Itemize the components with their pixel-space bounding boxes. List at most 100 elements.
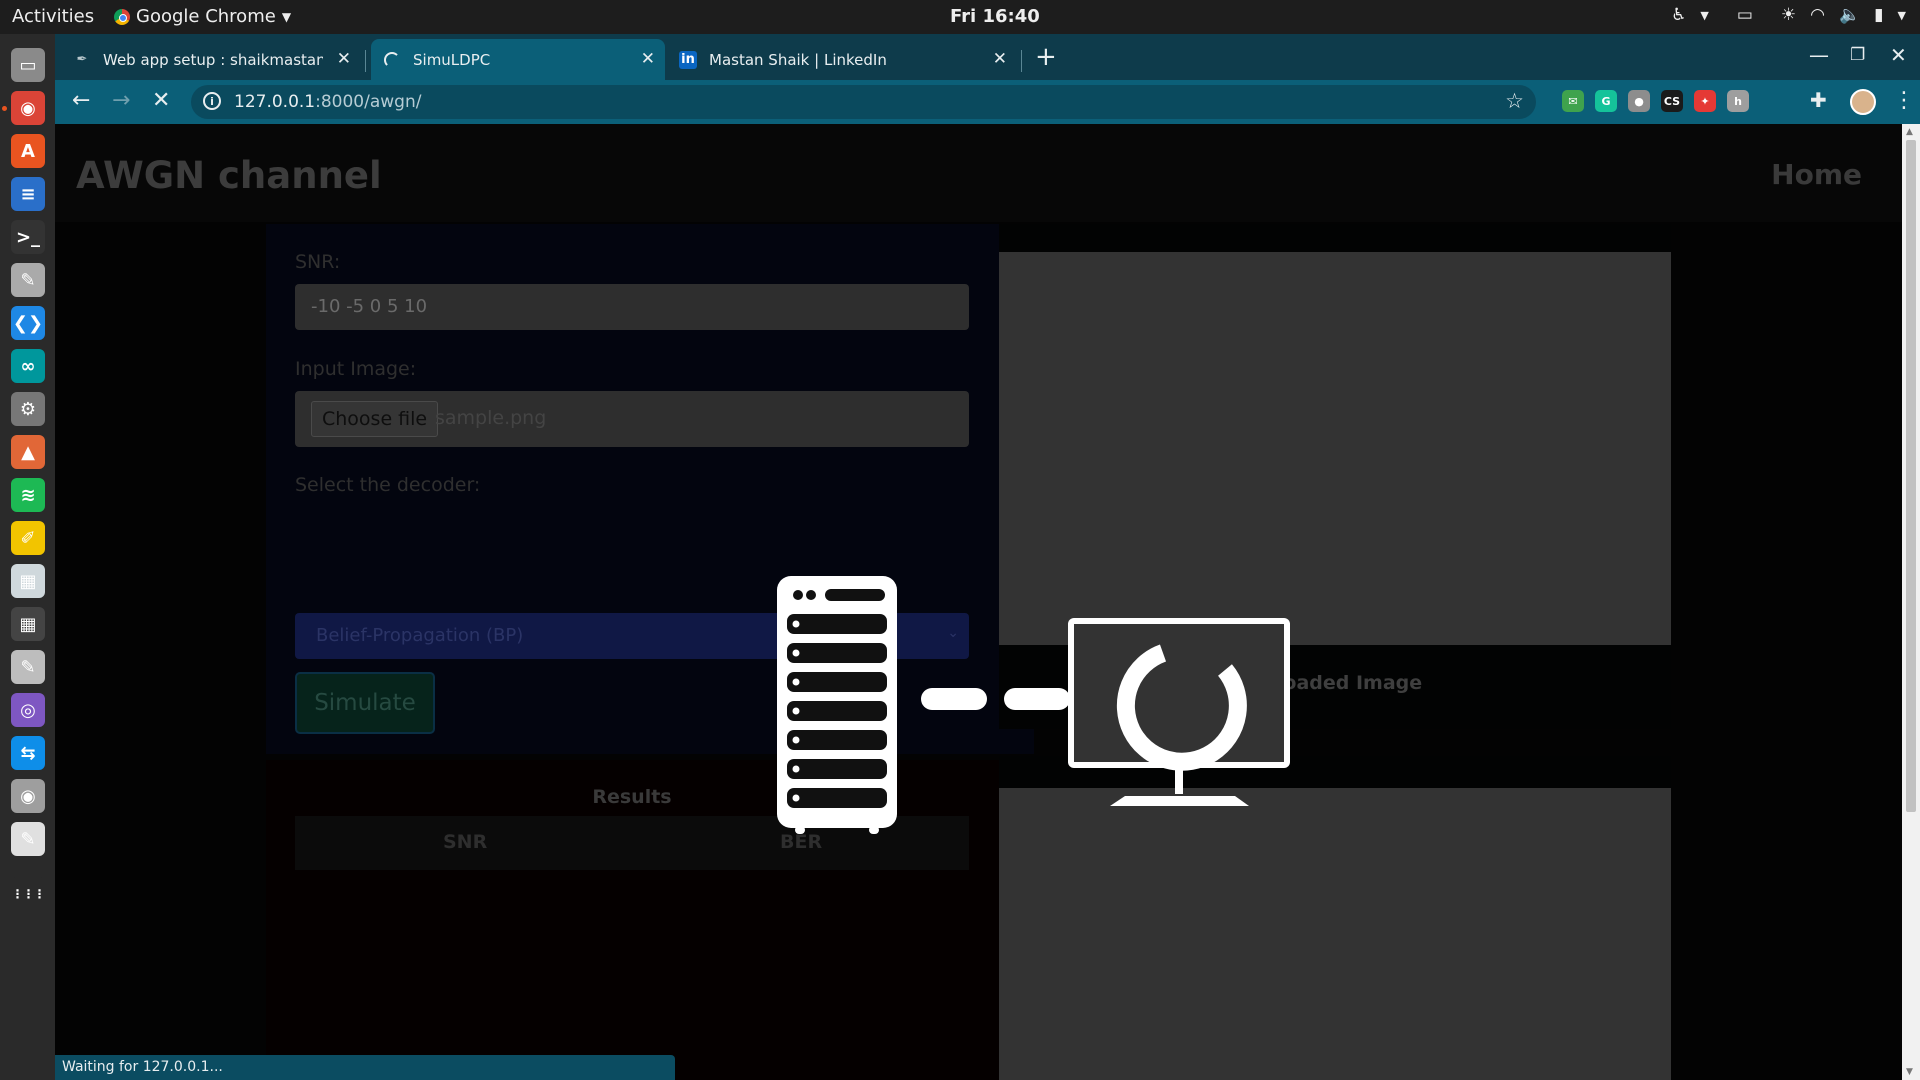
dock-drawing-icon[interactable]: ✎: [11, 650, 45, 684]
grammarly-icon[interactable]: G: [1595, 90, 1617, 112]
close-icon[interactable]: ✕: [337, 49, 351, 69]
dock-show-apps-icon[interactable]: ⋮⋮⋮: [11, 877, 46, 911]
brightness-icon[interactable]: ☀: [1781, 5, 1796, 25]
dock-chrome-icon[interactable]: ◉: [11, 91, 45, 125]
color-extension-icon[interactable]: ✦: [1694, 90, 1716, 112]
feather-icon: ✒: [76, 52, 88, 67]
dock-vscode-icon[interactable]: ❮❯: [11, 306, 45, 340]
tab-web-app-setup[interactable]: ✒ Web app setup : shaikmastan : P ✕: [61, 39, 361, 80]
tab-simuldpc[interactable]: SimuLDPC ✕: [371, 39, 665, 80]
dock-teamviewer-icon[interactable]: ⇆: [11, 736, 45, 770]
snr-input[interactable]: -10 -5 0 5 10: [295, 284, 969, 330]
app-menu-label: Google Chrome: [136, 6, 276, 27]
battery-icon[interactable]: ▮: [1874, 5, 1883, 25]
profile-avatar-icon[interactable]: [1850, 89, 1876, 115]
dock: ▭ ◉ A ≡ >_ ✎ ❮❯ ∞ ⚙ ▲ ≋ ✐ ▦ ▦ ✎ ◎ ⇆ ◉ ✎ ⋮⋮⋮: [0, 34, 55, 1080]
chrome-app-icon: [114, 8, 130, 25]
dock-terminal-icon[interactable]: >_: [11, 220, 45, 254]
activities-button[interactable]: Activities: [12, 6, 94, 27]
simulate-button[interactable]: Simulate: [295, 672, 435, 734]
dock-matlab-icon[interactable]: ▲: [11, 435, 45, 469]
chevron-down-icon[interactable]: ▼: [1898, 9, 1906, 22]
text-extension-icon[interactable]: h: [1727, 90, 1749, 112]
close-icon[interactable]: ✕: [993, 49, 1007, 69]
tab-linkedin[interactable]: in Mastan Shaik | LinkedIn ✕: [667, 39, 1017, 80]
bookmark-star-icon[interactable]: ☆: [1505, 89, 1524, 113]
decoder-label: Select the decoder:: [295, 474, 481, 496]
input-image-field[interactable]: Choose file sample.png: [295, 391, 969, 447]
scroll-up-icon[interactable]: ▲: [1906, 127, 1913, 137]
tab-title: SimuLDPC: [413, 50, 491, 69]
window-close-icon[interactable]: ✕: [1890, 43, 1907, 67]
extensions-puzzle-icon[interactable]: ✚: [1810, 88, 1827, 112]
dock-inkscape-icon[interactable]: ✎: [11, 263, 45, 297]
forward-arrow-icon[interactable]: →: [112, 88, 130, 113]
wifi-icon[interactable]: ◠: [1810, 5, 1825, 25]
system-tray[interactable]: ♿ ▼ ▭ ☀ ◠ 🔈 ▮ ▼: [1671, 5, 1906, 25]
page-scrollbar[interactable]: ▲ ▼: [1902, 124, 1920, 1080]
url-host: 127.0.0.1: [234, 92, 316, 112]
status-bubble: Waiting for 127.0.0.1...: [55, 1055, 675, 1080]
dock-calculator-icon[interactable]: ▦: [11, 607, 45, 641]
dock-text-editor-icon[interactable]: ✎: [11, 822, 45, 856]
chevron-down-icon[interactable]: ▼: [1700, 9, 1708, 22]
dock-files-icon[interactable]: ▭: [11, 48, 45, 82]
tab-strip: ✒ Web app setup : shaikmastan : P ✕ Simu…: [55, 34, 1920, 80]
system-top-bar: Activities Google Chrome ▼ Fri 16:40 ♿ ▼…: [0, 0, 1920, 34]
back-arrow-icon[interactable]: ←: [72, 88, 90, 113]
minimize-icon[interactable]: —: [1809, 43, 1829, 67]
url-path: :8000/awgn/: [315, 92, 422, 112]
dock-notes-icon[interactable]: ✐: [11, 521, 45, 555]
browser-toolbar: ← → ✕ i 127.0.0.1:8000/awgn/ ☆ ✉ G ● CS ✦ h ✚…: [55, 80, 1920, 124]
page-content: AWGN channel Home SNR: -10 -5 0 5 10 Inp…: [55, 124, 1902, 1080]
dock-settings-icon[interactable]: ⚙: [11, 392, 45, 426]
dock-active-indicator: [2, 106, 7, 111]
navbar: AWGN channel Home: [55, 124, 1902, 222]
site-info-icon[interactable]: i: [203, 92, 221, 110]
scrollbar-thumb[interactable]: [1906, 140, 1916, 812]
dock-software-center-icon[interactable]: A: [11, 134, 45, 168]
url-text[interactable]: 127.0.0.1:8000/awgn/: [234, 92, 421, 112]
server-icon: [777, 576, 897, 834]
dock-writer-icon[interactable]: ≡: [11, 177, 45, 211]
chevron-down-icon: ▼: [281, 9, 292, 24]
close-icon[interactable]: ✕: [641, 49, 655, 69]
monitor-icon: [1068, 618, 1290, 806]
nav-home-link[interactable]: Home: [1771, 158, 1862, 191]
restore-icon[interactable]: ❐: [1850, 45, 1865, 65]
cs-extension-icon[interactable]: CS: [1661, 90, 1683, 112]
clock[interactable]: Fri 16:40: [950, 6, 1040, 27]
new-tab-icon[interactable]: +: [1035, 42, 1057, 72]
tab-divider: [1021, 50, 1022, 72]
more-menu-icon[interactable]: ⋮: [1893, 88, 1915, 113]
mail-extension-icon[interactable]: ✉: [1562, 90, 1584, 112]
dock-spotify-icon[interactable]: ≋: [11, 478, 45, 512]
tab-divider: [365, 50, 366, 72]
stop-loading-icon[interactable]: ✕: [152, 88, 170, 113]
tab-title: Web app setup : shaikmastan : P: [103, 50, 323, 69]
snr-label: SNR:: [295, 251, 341, 273]
results-column-header: SNR: [443, 831, 488, 853]
app-menu[interactable]: Google Chrome ▼: [114, 6, 291, 27]
screen-share-icon[interactable]: ▭: [1737, 5, 1753, 25]
dock-arduino-icon[interactable]: ∞: [11, 349, 45, 383]
decoder-select-value: Belief-Propagation (BP): [316, 625, 524, 646]
dock-vpn-icon[interactable]: ◉: [11, 779, 45, 813]
location-extension-icon[interactable]: ●: [1628, 90, 1650, 112]
selected-file-name: sample.png: [435, 407, 547, 429]
input-image-label: Input Image:: [295, 358, 417, 380]
dock-sheets-icon[interactable]: ▦: [11, 564, 45, 598]
scroll-down-icon[interactable]: ▼: [1906, 1067, 1913, 1077]
dock-screenshot-icon[interactable]: ◎: [11, 693, 45, 727]
loading-overlay-graphic: [777, 576, 1290, 834]
page-title: AWGN channel: [76, 154, 382, 197]
connection-dashes-icon: [921, 688, 1070, 710]
linkedin-icon: in: [679, 50, 697, 69]
choose-file-button[interactable]: Choose file: [311, 401, 439, 437]
volume-icon[interactable]: 🔈: [1839, 5, 1860, 25]
accessibility-icon[interactable]: ♿: [1671, 5, 1686, 25]
loading-spinner-icon: [383, 51, 401, 69]
address-bar[interactable]: i 127.0.0.1:8000/awgn/ ☆: [191, 85, 1536, 119]
tab-title: Mastan Shaik | LinkedIn: [709, 50, 887, 69]
snr-input-value: -10 -5 0 5 10: [311, 296, 428, 317]
